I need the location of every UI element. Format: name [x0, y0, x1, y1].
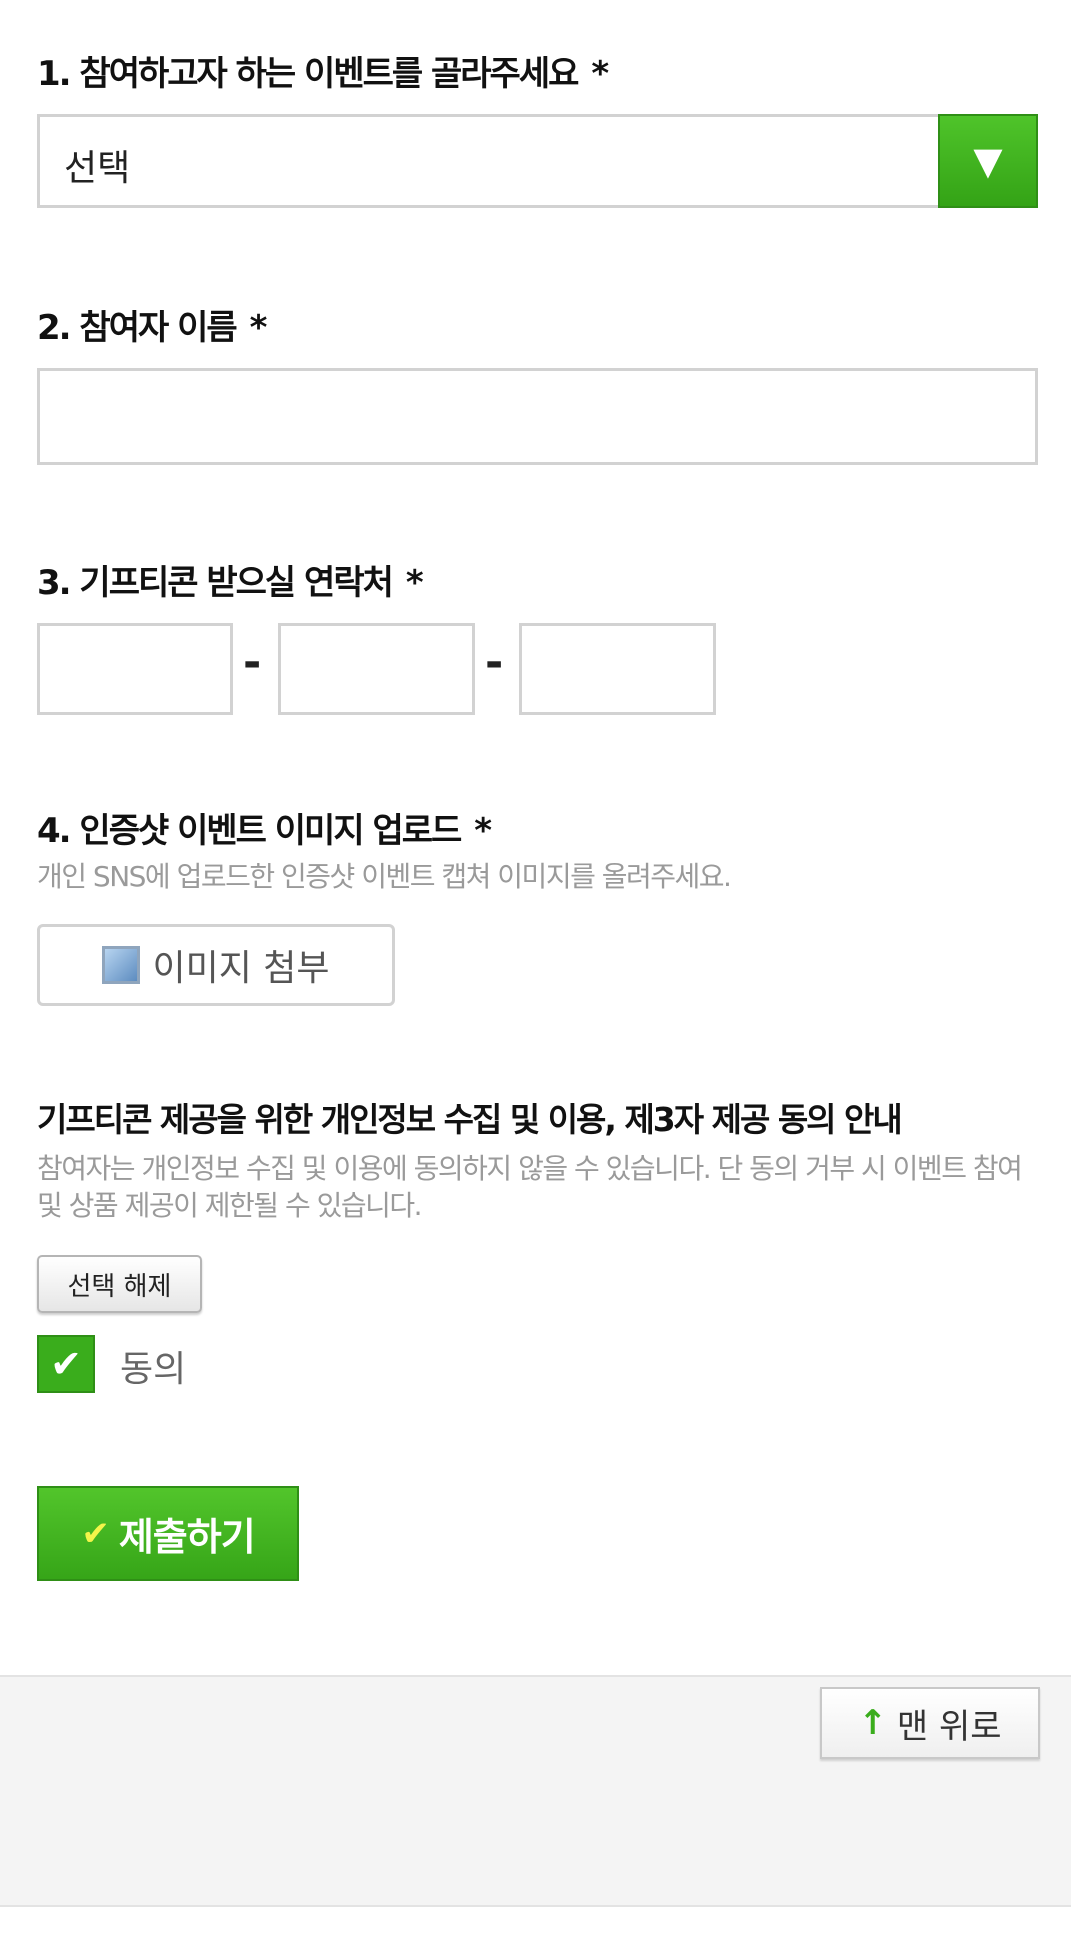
participant-name-label-text: 2. 참여자 이름 — [37, 308, 238, 348]
phone-part3-input[interactable] — [519, 623, 716, 715]
dropdown-arrow-icon[interactable]: ▼ — [938, 114, 1038, 208]
event-select[interactable]: 선택 ▼ — [37, 114, 1038, 208]
scroll-to-top-button[interactable]: ↑ 맨 위로 — [820, 1687, 1040, 1759]
participant-name-label: 2. 참여자 이름 * — [37, 300, 268, 349]
required-mark: * — [405, 563, 424, 603]
image-upload-label-text: 4. 인증샷 이벤트 이미지 업로드 — [37, 811, 462, 851]
consent-description: 참여자는 개인정보 수집 및 이용에 동의하지 않을 수 있습니다. 단 동의 … — [37, 1152, 1023, 1222]
image-upload-hint: 개인 SNS에 업로드한 인증샷 이벤트 캡쳐 이미지를 올려주세요. — [37, 860, 732, 893]
participant-name-input[interactable] — [37, 368, 1038, 465]
deselect-button[interactable]: 선택 해제 — [37, 1255, 202, 1313]
phone-label-text: 3. 기프티콘 받으실 연락처 — [37, 563, 394, 603]
event-select-label-text: 1. 참여하고자 하는 이벤트를 골라주세요 — [37, 54, 579, 94]
submit-button[interactable]: ✔ 제출하기 — [37, 1486, 299, 1581]
phone-part1-input[interactable] — [37, 623, 233, 715]
required-mark: * — [591, 54, 609, 94]
checkmark-icon: ✔ — [50, 1342, 82, 1386]
image-upload-label: 4. 인증샷 이벤트 이미지 업로드 * — [37, 803, 492, 852]
phone-label: 3. 기프티콘 받으실 연락처 * — [37, 555, 424, 604]
agree-checkbox[interactable]: ✔ — [37, 1335, 95, 1393]
phone-part2-input[interactable] — [278, 623, 475, 715]
arrow-up-icon: ↑ — [858, 1703, 887, 1743]
required-mark: * — [249, 308, 268, 348]
consent-title: 기프티콘 제공을 위한 개인정보 수집 및 이용, 제3자 제공 동의 안내 — [37, 1100, 903, 1139]
image-icon — [102, 946, 141, 984]
event-select-label: 1. 참여하고자 하는 이벤트를 골라주세요 * — [37, 46, 609, 95]
agree-label[interactable]: 동의 — [120, 1340, 186, 1392]
event-select-value: 선택 — [64, 148, 131, 189]
phone-separator: - — [485, 637, 504, 688]
scroll-to-top-label: 맨 위로 — [896, 1706, 1002, 1747]
image-attach-button[interactable]: 이미지 첨부 — [37, 924, 395, 1006]
required-mark: * — [474, 811, 492, 851]
phone-separator: - — [243, 637, 262, 688]
check-icon: ✔ — [81, 1513, 109, 1554]
image-attach-label: 이미지 첨부 — [152, 948, 330, 989]
submit-label: 제출하기 — [118, 1515, 256, 1559]
footer: ↑ 맨 위로 — [0, 1675, 1071, 1907]
